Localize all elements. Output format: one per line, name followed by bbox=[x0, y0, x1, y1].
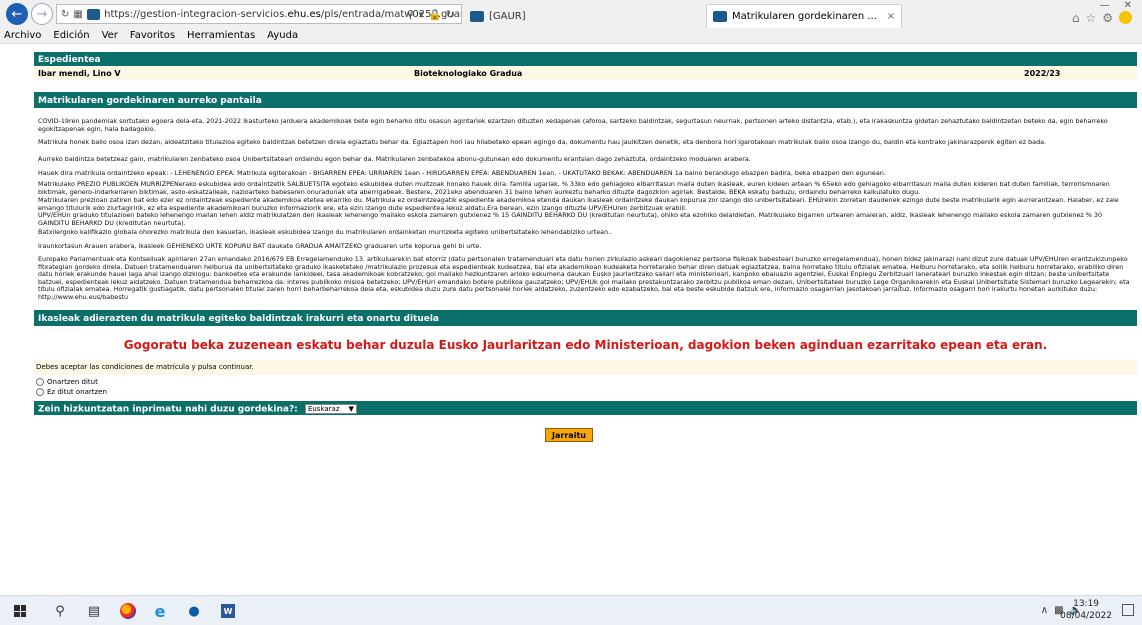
close-tab-icon[interactable]: × bbox=[887, 11, 895, 22]
menu-item-favoritos[interactable]: Favoritos bbox=[130, 30, 175, 41]
language-select[interactable]: Euskaraz ▼ bbox=[304, 404, 357, 414]
language-selected: Euskaraz bbox=[307, 405, 340, 413]
close-window-icon[interactable]: ✕ bbox=[1124, 0, 1132, 11]
paragraph-nonpayment: Matrikularen prezioan zatiren bat edo ez… bbox=[38, 196, 1119, 212]
section-title-accept: Ikasleak adierazten du matrikula egiteko… bbox=[34, 310, 1137, 326]
menu-item-edicion[interactable]: Edición bbox=[53, 30, 89, 41]
tab-favicon-icon bbox=[470, 10, 484, 22]
accept-row: Debes aceptar las condiciones de matrícu… bbox=[34, 360, 1137, 375]
windows-logo bbox=[14, 605, 26, 617]
forward-arrow-icon[interactable]: → bbox=[31, 3, 53, 25]
reload-icon[interactable]: ↻ bbox=[446, 8, 455, 21]
feedback-smiley-icon[interactable] bbox=[1119, 11, 1132, 24]
paragraph-deadlines: Hauek dira matrikula ordaintzeko epeak: … bbox=[38, 169, 886, 177]
menu-bar: Archivo Edición Ver Favoritos Herramient… bbox=[0, 28, 1142, 44]
app-icon[interactable]: ● bbox=[184, 601, 204, 621]
browser-right-icons: ⌂ ☆ ⚙ bbox=[1072, 11, 1132, 25]
language-question: Zein hizkuntzatan inprimatu nahi duzu go… bbox=[38, 404, 298, 415]
browser-toolbar: ← → ↻ ▦ https://gestion-integracion-serv… bbox=[0, 0, 1142, 28]
menu-item-ver[interactable]: Ver bbox=[102, 30, 118, 41]
search-icon[interactable]: ⚲ bbox=[406, 8, 414, 21]
paragraph-permanence: Iraunkortasun Arauen arabera, ikasleek G… bbox=[38, 242, 482, 250]
dropdown-icon[interactable]: ▾ bbox=[419, 8, 425, 21]
windows-start-icon[interactable] bbox=[10, 601, 30, 621]
notifications-icon[interactable] bbox=[1122, 604, 1134, 616]
firefox-icon[interactable] bbox=[118, 601, 138, 621]
address-bar[interactable]: ↻ ▦ https://gestion-integracion-servicio… bbox=[56, 4, 462, 24]
paragraph-data-protection: Europako Parlamentuak eta Kontseiluak ap… bbox=[38, 255, 1130, 301]
taskbar: ⚲ ▤ e ● W ∧ ▩ 🔈 13:19 08/04/2022 bbox=[0, 595, 1142, 625]
tab-gaur[interactable]: [GAUR] bbox=[464, 4, 704, 28]
tab-title: Matrikularen gordekinaren ... bbox=[732, 11, 877, 22]
compatibility-icon[interactable]: ▦ bbox=[73, 9, 82, 20]
reject-radio-label: Ez ditut onartzen bbox=[47, 388, 107, 396]
menu-item-herramientas[interactable]: Herramientas bbox=[187, 30, 255, 41]
firefox-logo bbox=[120, 603, 136, 619]
favorites-star-icon[interactable]: ☆ bbox=[1085, 11, 1096, 25]
lock-icon[interactable]: 🔒 bbox=[428, 8, 442, 21]
accept-radio[interactable] bbox=[36, 378, 44, 386]
academic-year: 2022/23 bbox=[1024, 69, 1061, 78]
scholarship-alert: Gogoratu beka zuzenean eskatu behar duzu… bbox=[123, 338, 1048, 352]
tab-favicon-icon bbox=[713, 11, 727, 22]
accept-instructions: Debes aceptar las condiciones de matrícu… bbox=[36, 363, 254, 371]
word-icon[interactable]: W bbox=[218, 601, 238, 621]
paragraph-validity: Matrikula honek balio osoa izan dezan, a… bbox=[38, 138, 1047, 146]
internet-explorer-icon[interactable]: e bbox=[150, 601, 170, 621]
gear-icon[interactable]: ⚙ bbox=[1102, 11, 1113, 25]
window-controls: — ✕ bbox=[1100, 0, 1132, 11]
section-title-pre-save: Matrikularen gordekinaren aurreko pantai… bbox=[34, 92, 1137, 108]
paragraph-payment: Aurreko baldintza betetzeaz gain, matrik… bbox=[38, 155, 751, 163]
paragraph-honors: Batxilergoko kalifikazio globala ohorezk… bbox=[38, 228, 613, 236]
search-icon[interactable]: ⚲ bbox=[50, 601, 70, 621]
home-icon[interactable]: ⌂ bbox=[1072, 11, 1080, 25]
radio-accept-row[interactable]: Onartzen ditut bbox=[36, 378, 98, 386]
accept-radio-label: Onartzen ditut bbox=[47, 378, 98, 386]
reject-radio[interactable] bbox=[36, 388, 44, 396]
paragraph-reductions: Matrikulako PREZIO PUBLIKOEN MURRIZPENer… bbox=[38, 180, 1110, 196]
refresh-icon[interactable]: ↻ bbox=[61, 9, 69, 20]
clock-time: 13:19 bbox=[1073, 599, 1100, 609]
page-content: Espedientea Ibar mendi, Lino V Bioteknol… bbox=[0, 44, 1142, 595]
minimize-icon[interactable]: — bbox=[1100, 0, 1110, 11]
paragraph-progress: UPV/EHUn graduko titulazioen bateko lehe… bbox=[38, 211, 1103, 227]
student-name: Ibar mendi, Lino V bbox=[38, 69, 121, 78]
site-favicon-icon bbox=[86, 8, 101, 20]
tab-matrikula[interactable]: Matrikularen gordekinaren ... × bbox=[706, 4, 902, 28]
chevron-down-icon: ▼ bbox=[348, 405, 354, 413]
back-arrow-icon[interactable]: ← bbox=[6, 3, 28, 25]
student-info-row: Ibar mendi, Lino V Bioteknologiako Gradu… bbox=[34, 66, 1137, 80]
menu-item-ayuda[interactable]: Ayuda bbox=[267, 30, 298, 41]
task-view-icon[interactable]: ▤ bbox=[84, 601, 104, 621]
continue-button[interactable]: Jarraitu bbox=[545, 428, 593, 442]
clock[interactable]: 13:19 08/04/2022 bbox=[1060, 598, 1112, 622]
tab-title: [GAUR] bbox=[489, 10, 526, 22]
degree-name: Bioteknologiako Gradua bbox=[414, 69, 523, 78]
language-row: Zein hizkuntzatan inprimatu nahi duzu go… bbox=[34, 401, 1137, 415]
radio-reject-row[interactable]: Ez ditut onartzen bbox=[36, 388, 107, 396]
paragraph-covid: COVID-19ren pandemiak sortutako egoera d… bbox=[38, 117, 1108, 133]
menu-item-archivo[interactable]: Archivo bbox=[4, 30, 41, 41]
tray-chevron-icon[interactable]: ∧ bbox=[1041, 605, 1048, 616]
word-logo: W bbox=[221, 604, 235, 618]
clock-date: 08/04/2022 bbox=[1060, 611, 1112, 621]
address-tools: ⚲ ▾ 🔒 ↻ bbox=[406, 8, 455, 21]
expedient-header: Espedientea bbox=[34, 52, 1137, 66]
